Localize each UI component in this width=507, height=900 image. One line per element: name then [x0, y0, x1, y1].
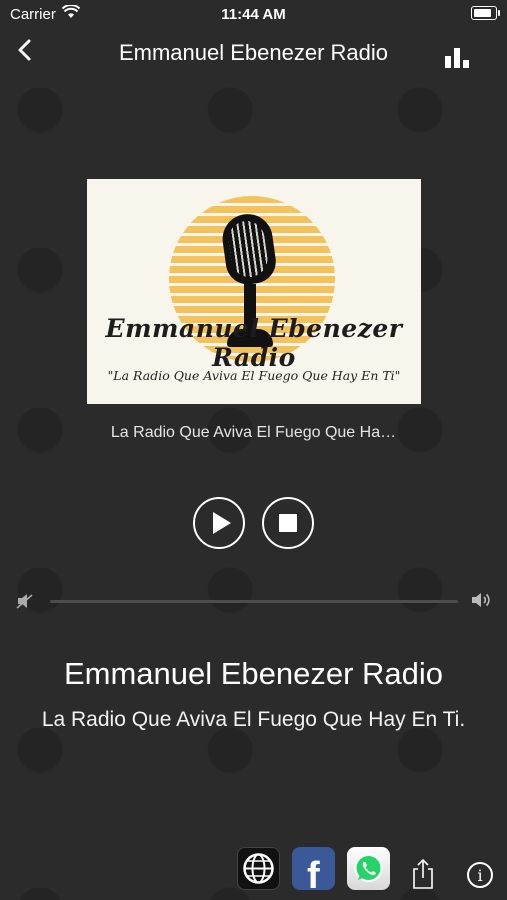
- stop-icon: [279, 514, 297, 532]
- info-icon: i: [477, 866, 483, 885]
- facebook-letter: f: [307, 855, 320, 890]
- globe-icon: [243, 853, 274, 884]
- volume-slider[interactable]: [50, 600, 458, 603]
- navigation-bar: Emmanuel Ebenezer Radio: [0, 30, 507, 74]
- equalizer-icon-bar: [463, 60, 469, 68]
- logo-brand-text: Emmanuel Ebenezer Radio: [105, 314, 403, 372]
- info-button[interactable]: i: [467, 862, 493, 888]
- logo-slogan-text: "La Radio Que Aviva El Fuego Que Hay En …: [107, 368, 401, 383]
- station-logo: Emmanuel Ebenezer Radio "La Radio Que Av…: [87, 179, 421, 404]
- station-name: Emmanuel Ebenezer Radio: [63, 656, 444, 691]
- share-icon: [413, 858, 433, 889]
- volume-mute-icon: [16, 594, 33, 609]
- stop-button[interactable]: [262, 497, 314, 549]
- facebook-icon: f: [307, 855, 320, 890]
- equalizer-icon: [445, 56, 451, 68]
- bottom-toolbar: f i: [0, 840, 507, 900]
- status-time: 11:44 AM: [221, 6, 286, 23]
- share-button[interactable]: [410, 858, 436, 890]
- now-playing-text: La Radio Que Aviva El Fuego Que Ha…: [110, 424, 397, 441]
- volume-control: [15, 590, 492, 612]
- volume-max-icon: [472, 593, 490, 607]
- whatsapp-button[interactable]: [347, 847, 390, 890]
- status-bar: Carrier 11:44 AM: [0, 0, 507, 30]
- equalizer-icon-bar: [454, 48, 460, 68]
- equalizer-button[interactable]: [445, 44, 473, 68]
- battery-icon: [471, 6, 500, 20]
- station-slogan: La Radio Que Aviva El Fuego Que Hay En T…: [41, 708, 466, 731]
- website-button[interactable]: [237, 847, 280, 890]
- background-pattern: [0, 0, 507, 900]
- whatsapp-icon: [354, 854, 383, 882]
- page-title: Emmanuel Ebenezer Radio: [118, 40, 389, 65]
- facebook-button[interactable]: f: [292, 847, 335, 890]
- play-button[interactable]: [193, 497, 245, 549]
- play-icon: [213, 512, 231, 534]
